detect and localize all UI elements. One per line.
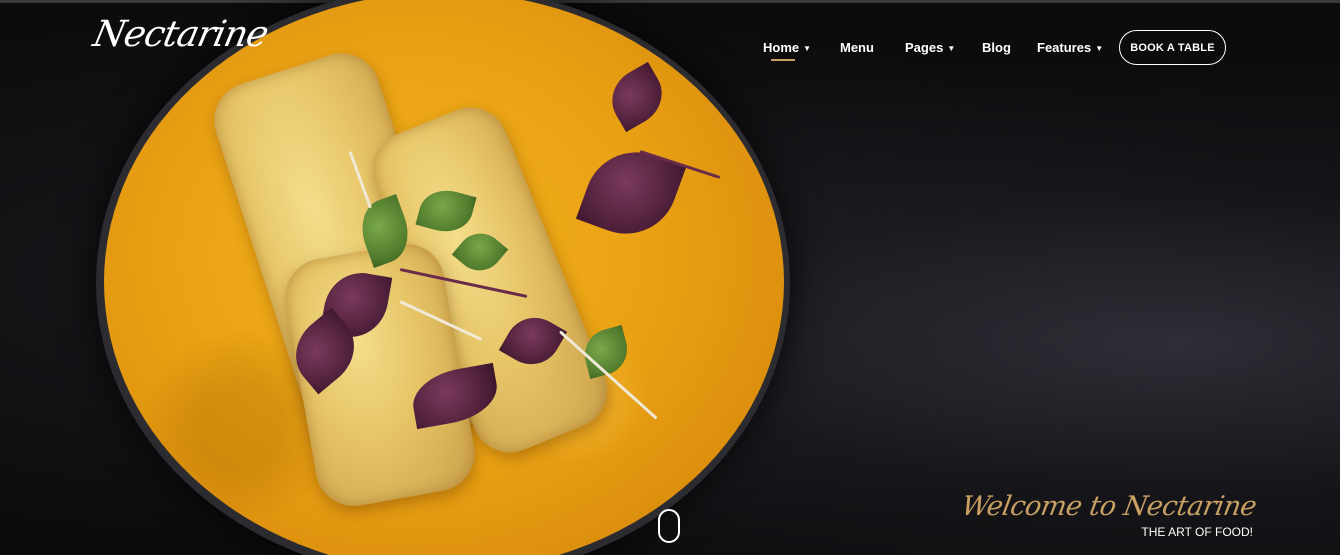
nav-item-label: Features	[1037, 40, 1092, 55]
chevron-down-icon: ▼	[1095, 44, 1104, 53]
nav-item-label: Pages	[905, 40, 944, 55]
book-a-table-button[interactable]: BOOK A TABLE	[1119, 30, 1226, 65]
main-navigation: Home ▼ Menu Pages ▼ Blog Features ▼ BOOK A …	[0, 0, 1340, 95]
welcome-heading: Welcome to Nectarine	[959, 491, 1259, 522]
nav-item-menu[interactable]: Menu	[840, 40, 874, 55]
chevron-down-icon: ▼	[803, 44, 812, 53]
mouse-scroll-icon[interactable]	[658, 509, 680, 543]
nav-item-label: Blog	[982, 40, 1011, 55]
nav-item-label: Home	[763, 40, 800, 55]
nav-item-home[interactable]: Home ▼	[763, 40, 812, 61]
nav-item-pages[interactable]: Pages ▼	[905, 40, 955, 55]
nav-item-blog[interactable]: Blog	[982, 40, 1011, 55]
active-indicator	[771, 59, 795, 61]
nav-item-label: Menu	[840, 40, 874, 55]
chevron-down-icon: ▼	[947, 44, 956, 53]
nav-item-features[interactable]: Features ▼	[1037, 40, 1103, 55]
hero-tagline: THE ART OF FOOD!	[1141, 525, 1253, 539]
